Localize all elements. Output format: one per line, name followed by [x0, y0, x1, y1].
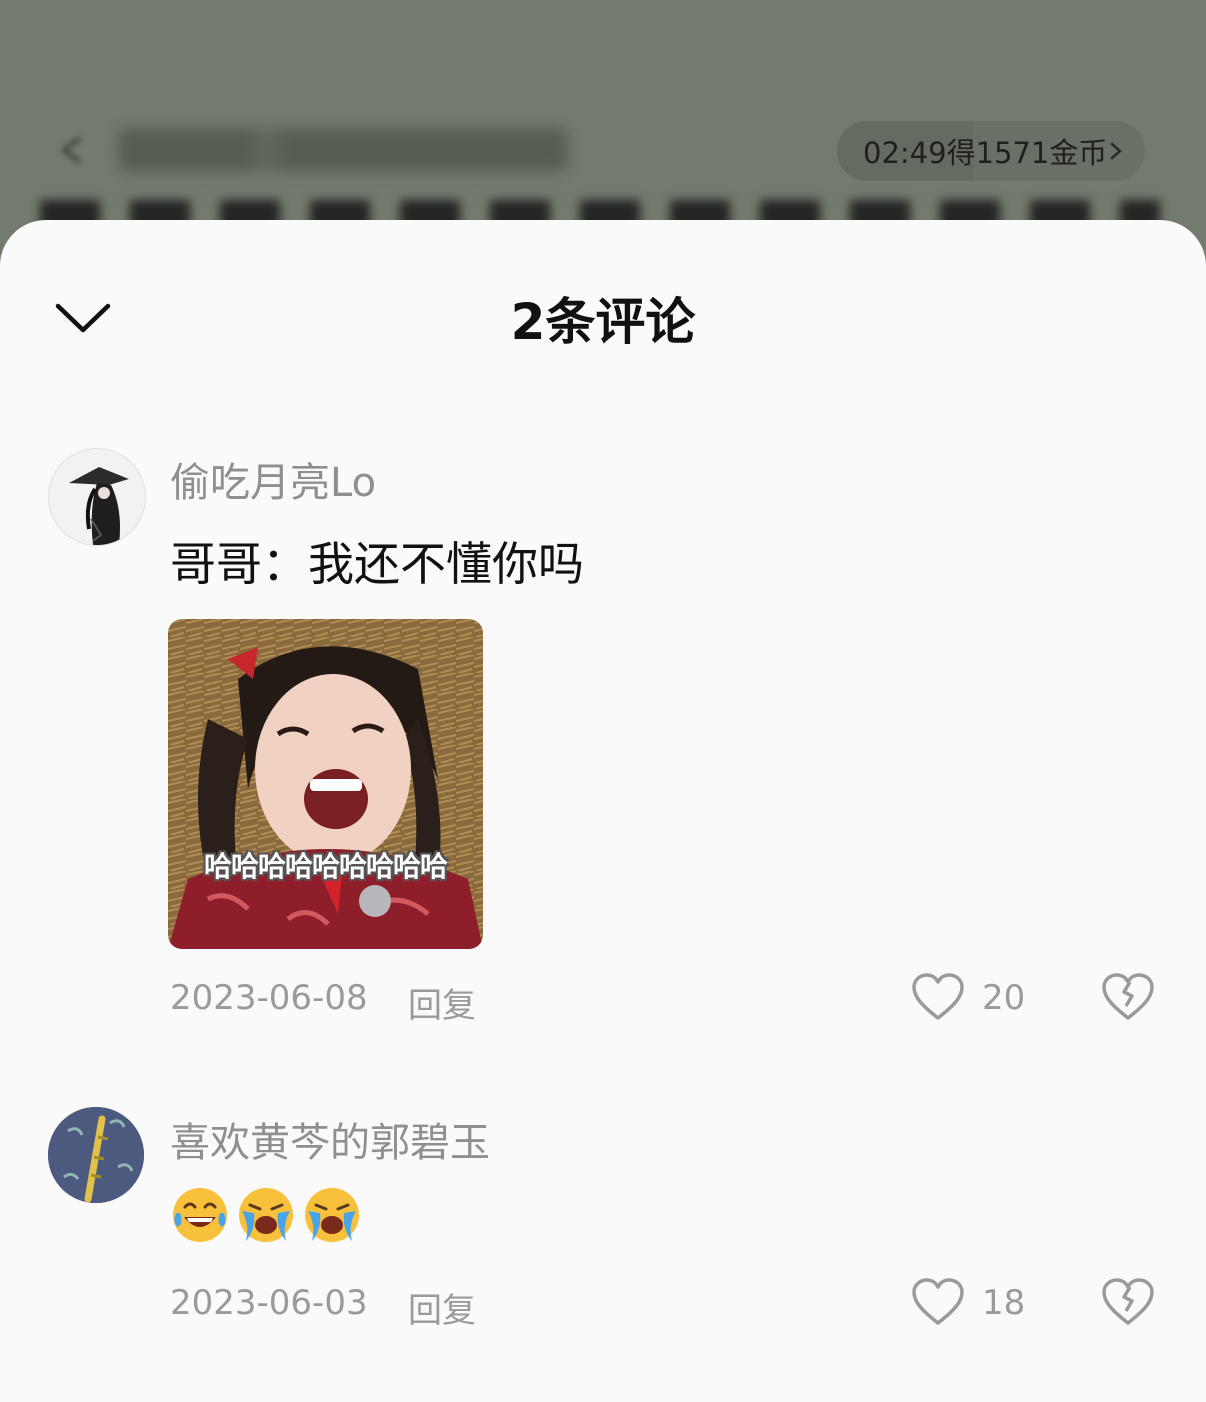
- avatar-ink-figure-image: [49, 449, 145, 545]
- blurred-video-title: [118, 128, 568, 172]
- comment-username[interactable]: 偷吃月亮Lo: [170, 450, 376, 508]
- chevron-right-icon: [1110, 142, 1122, 160]
- heart-icon[interactable]: [910, 1277, 966, 1327]
- meme-caption: 哈哈哈哈哈哈哈哈哈: [203, 850, 448, 883]
- crying-emoji-icon: [239, 1188, 293, 1242]
- broken-heart-icon[interactable]: [1100, 972, 1156, 1022]
- comments-sheet: 2条评论 偷吃月亮Lo 哥哥：我还不懂你吗 哈哈哈哈哈哈哈哈哈 2023-06-…: [0, 220, 1206, 1402]
- laughing-girl-meme-image: [168, 619, 483, 949]
- comment-username[interactable]: 喜欢黄芩的郭碧玉: [170, 1110, 490, 1168]
- laughing-tears-emoji-icon: [173, 1188, 227, 1242]
- avatar[interactable]: [48, 1107, 144, 1203]
- comment-emoji-row: [170, 1185, 362, 1245]
- heart-icon[interactable]: [910, 972, 966, 1022]
- sheet-title: 2条评论: [510, 293, 696, 351]
- coin-reward-pill[interactable]: 02:49得1571金币: [837, 121, 1145, 181]
- comment-meme-image[interactable]: 哈哈哈哈哈哈哈哈哈: [168, 619, 483, 949]
- like-count: 20: [982, 978, 1026, 1018]
- like-count: 18: [982, 1283, 1026, 1323]
- broken-heart-icon[interactable]: [1100, 1277, 1156, 1327]
- reply-button[interactable]: 回复: [408, 978, 476, 1027]
- comment-date: 2023-06-08: [170, 978, 368, 1018]
- coin-timer-text: 02:49得1571金币: [863, 136, 1108, 170]
- avatar[interactable]: [48, 448, 146, 546]
- reply-button[interactable]: 回复: [408, 1283, 476, 1332]
- avatar-bamboo-image: [48, 1107, 144, 1203]
- comment-text: 哥哥：我还不懂你吗: [170, 537, 584, 591]
- crying-emoji-icon: [305, 1188, 359, 1242]
- comment-date: 2023-06-03: [170, 1283, 368, 1323]
- back-arrow-icon: [60, 136, 82, 164]
